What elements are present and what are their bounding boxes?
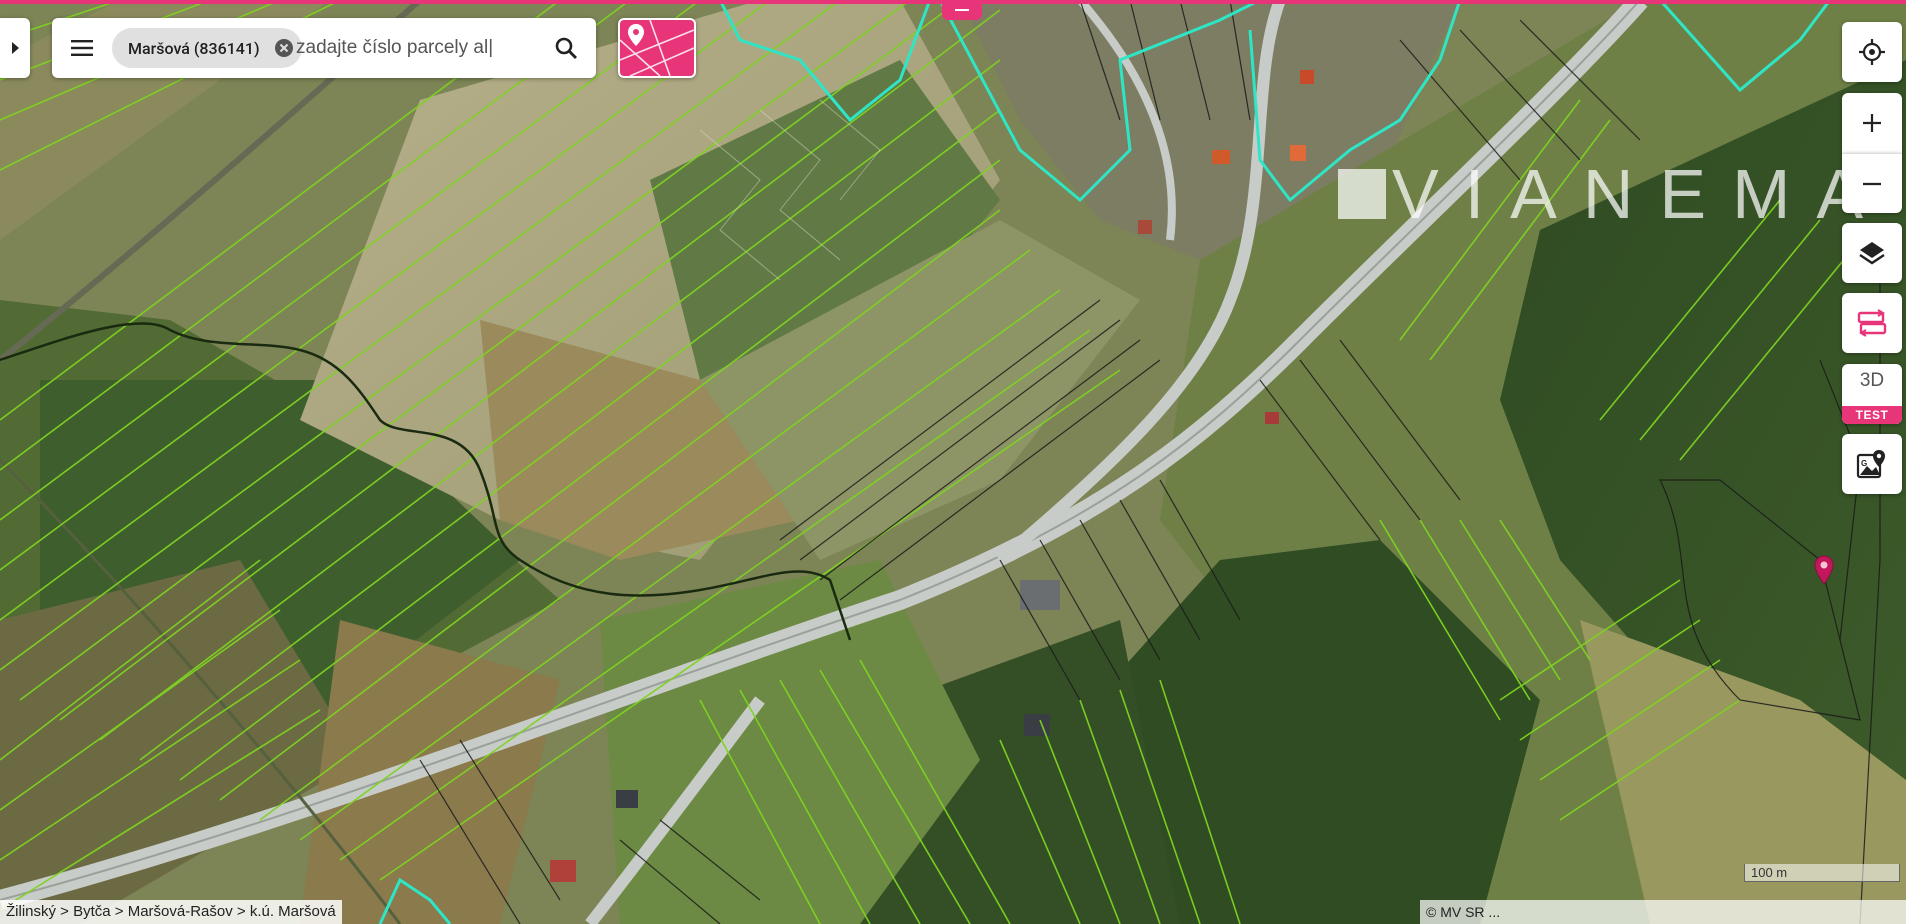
compare-swap-icon (1857, 309, 1887, 337)
search-icon (555, 37, 577, 59)
top-panel-handle[interactable] (942, 0, 982, 20)
map-canvas[interactable] (0, 0, 1906, 924)
crosshair-locate-icon (1859, 39, 1885, 65)
zoom-out-button[interactable] (1842, 153, 1902, 213)
search-bar: Maršová (836141) (52, 18, 596, 78)
watermark: VIANEMA (1338, 155, 1889, 233)
layers-icon (1859, 242, 1885, 265)
search-input[interactable] (296, 28, 558, 68)
minus-icon (1863, 182, 1881, 185)
close-circle-icon[interactable] (274, 38, 294, 58)
plus-icon (1863, 114, 1881, 132)
sidebar-toggle-button[interactable] (0, 18, 30, 78)
watermark-block-left (1338, 169, 1386, 219)
hamburger-icon (71, 40, 93, 56)
layers-button[interactable] (1842, 223, 1902, 283)
locate-button[interactable] (1842, 22, 1902, 82)
streetview-button[interactable]: G (1842, 434, 1902, 494)
attribution[interactable]: © MV SR ... (1420, 900, 1906, 924)
3d-label: 3D (1859, 370, 1885, 391)
scale-bar: 100 m (1744, 864, 1900, 882)
chip-label: Maršová (836141) (128, 38, 260, 58)
3d-view-button[interactable]: 3D TEST (1842, 364, 1902, 424)
test-badge: TEST (1842, 406, 1902, 424)
cadastre-map-icon (620, 20, 694, 76)
location-pin-icon[interactable] (1813, 555, 1835, 585)
breadcrumb: Žilinský > Bytča > Maršová-Rašov > k.ú. … (0, 900, 342, 924)
map-pin-streetview-icon: G (1856, 450, 1885, 479)
selected-area-chip[interactable]: Maršová (836141) (112, 28, 302, 68)
search-button[interactable] (550, 32, 582, 64)
svg-text:G: G (1861, 459, 1867, 468)
compare-button[interactable] (1842, 293, 1902, 353)
zoom-in-button[interactable] (1842, 93, 1902, 153)
chevron-right-icon (12, 42, 19, 54)
watermark-text: VIANEMA (1392, 155, 1890, 233)
map-layer-thumbnail-button[interactable] (618, 18, 696, 78)
menu-button[interactable] (66, 32, 98, 64)
